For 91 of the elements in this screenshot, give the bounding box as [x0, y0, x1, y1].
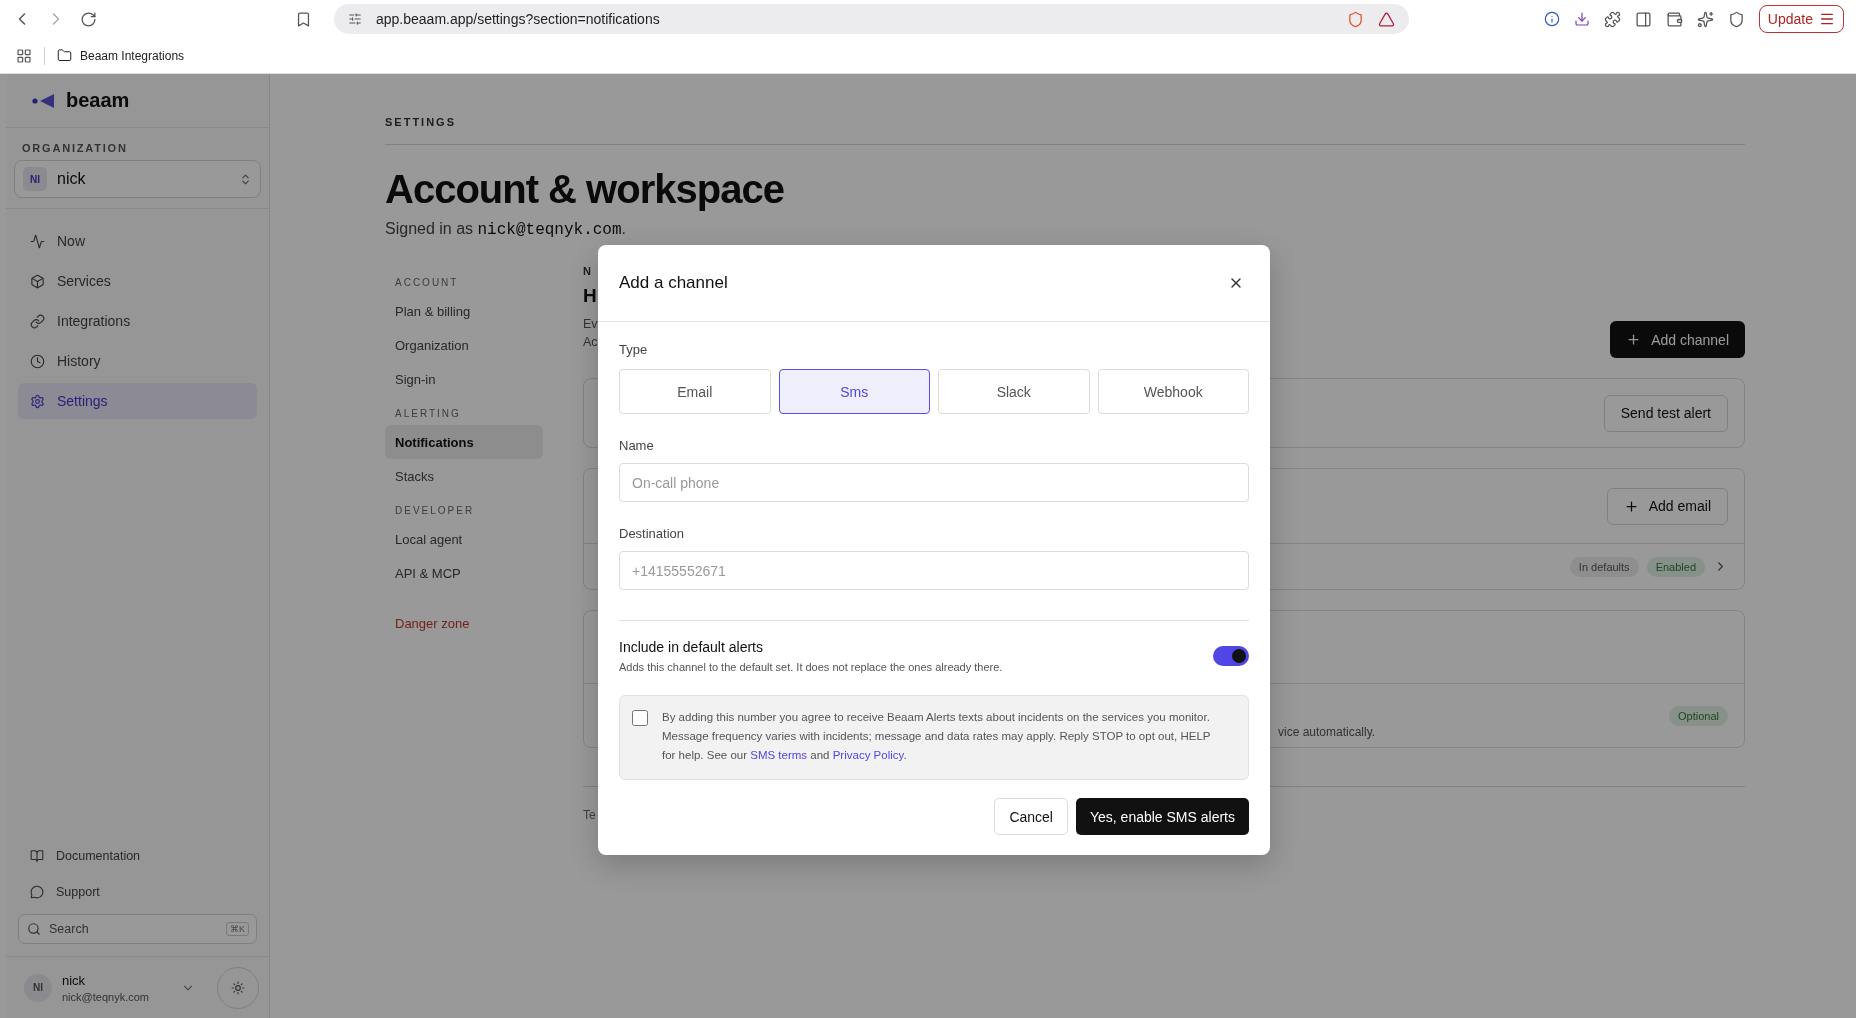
url-text: app.beaam.app/settings?section=notifications [376, 11, 661, 27]
toggle-description: Adds this channel to the default set. It does not replace the ones already there. [619, 661, 1003, 673]
triangle-icon[interactable] [1378, 10, 1395, 28]
subnav-heading: DEVELOPER [394, 505, 476, 518]
consent-text: By adding this number you agree to receive Beaam Alerts texts about incidents on the services you monitor. Message frequency varies with incidents; message and data rates may apply. Reply STOP to opt out, HELP for help. See our SMS terms and Privacy Policy. [662, 710, 1212, 763]
confirm-button[interactable]: Yes, enable SMS alerts [1076, 798, 1249, 835]
send-test-alert-button[interactable]: Send test alert [1603, 394, 1728, 432]
name-input[interactable]: On-call phone [619, 463, 1249, 502]
subnav-item[interactable]: Notifications [385, 425, 543, 459]
info-icon[interactable] [1543, 11, 1560, 27]
field-label: Type [619, 342, 649, 357]
pulse-icon [30, 233, 45, 249]
section-heading: ORGANIZATION [21, 141, 129, 156]
type-option[interactable]: Slack [938, 369, 1090, 414]
status-badge: In defaults [1569, 556, 1639, 577]
row-description: vice automatically. [1278, 725, 1376, 739]
section-description: Ac [583, 335, 598, 349]
user-email: nick@teqnyk.com [62, 990, 150, 1003]
shield-icon[interactable] [1347, 10, 1364, 28]
folder-icon [57, 48, 72, 63]
nav-item[interactable]: Settings [18, 383, 257, 419]
settings-icon [30, 393, 45, 409]
subnav-item[interactable]: Sign-in [385, 362, 543, 396]
sparkles-icon[interactable] [1696, 10, 1714, 28]
user-name: nick [62, 972, 87, 988]
sun-icon [231, 980, 245, 995]
subnav-item[interactable]: Local agent [385, 522, 543, 556]
type-option[interactable]: Email [619, 369, 771, 414]
nav-item[interactable]: Services [18, 263, 257, 299]
address-bar[interactable]: app.beaam.app/settings?section=notifications [334, 4, 1409, 34]
sidebar-link[interactable]: Documentation [6, 838, 269, 874]
add-channel-button[interactable]: Add channel [1610, 321, 1745, 358]
bookmark-item[interactable]: Beaam Integrations [57, 48, 185, 63]
site-settings-icon[interactable] [348, 12, 362, 26]
subnav-item[interactable]: API & MCP [385, 556, 543, 590]
plus-icon [1623, 498, 1639, 514]
nav-item[interactable]: Integrations [18, 303, 257, 339]
book-icon [30, 849, 44, 863]
download-icon[interactable] [1573, 11, 1590, 27]
chevrons-up-down-icon [239, 172, 252, 186]
field-label: Name [619, 438, 655, 453]
subnav-heading: ALERTING [394, 408, 462, 421]
plus-icon [1626, 332, 1642, 347]
default-alerts-switch[interactable] [1213, 646, 1249, 666]
chat-bubble-icon [30, 885, 44, 899]
nav-item[interactable]: History [18, 343, 257, 379]
puzzle-icon[interactable] [1603, 10, 1621, 28]
wallet-icon[interactable] [1665, 10, 1683, 28]
brand-name: beaam [66, 89, 130, 112]
danger-zone-link[interactable]: Danger zone [385, 616, 583, 631]
nav-item[interactable]: Now [18, 223, 257, 259]
consent-checkbox[interactable] [632, 710, 648, 726]
status-badge: Optional [1669, 705, 1728, 726]
cancel-button[interactable]: Cancel [994, 798, 1068, 835]
sidebar-link[interactable]: Support [6, 874, 269, 910]
apps-grid-icon[interactable] [16, 47, 32, 64]
clock-icon [30, 353, 45, 369]
menu-icon [1819, 11, 1835, 27]
status-badge: Enabled [1646, 556, 1705, 577]
section-description: Ev [583, 317, 598, 331]
reload-icon[interactable] [80, 10, 97, 28]
shield-icon[interactable] [1727, 10, 1745, 28]
subnav-item[interactable]: Stacks [385, 459, 543, 493]
policy-link[interactable]: SMS terms [750, 749, 808, 761]
link-icon [30, 313, 45, 329]
type-option[interactable]: Sms [778, 369, 930, 414]
organization-select[interactable]: NI nick [14, 160, 261, 198]
destination-input[interactable]: +14155552671 [619, 551, 1249, 590]
dialog-title: Add a channel [619, 273, 728, 293]
footer-text: Te [583, 808, 596, 822]
logo-icon [32, 92, 56, 109]
page-title: Account & workspace [385, 167, 785, 212]
cube-icon [30, 273, 45, 289]
search-icon [27, 922, 41, 936]
bookmark-icon[interactable] [295, 10, 312, 28]
user-avatar: NI [24, 973, 52, 1002]
page-eyebrow: SETTINGS [385, 116, 1745, 145]
shortcut-hint: ⌘K [226, 922, 249, 936]
field-label: Destination [619, 526, 686, 541]
subnav-heading: ACCOUNT [394, 277, 460, 290]
add-email-button[interactable]: Add email [1606, 487, 1728, 525]
theme-toggle-button[interactable] [217, 966, 259, 1009]
section-heading: H [583, 285, 598, 307]
section-label: N [583, 265, 594, 277]
type-option[interactable]: Webhook [1097, 369, 1249, 414]
update-button[interactable]: Update [1758, 5, 1844, 33]
subnav-item[interactable]: Organization [385, 328, 543, 362]
toggle-title: Include in default alerts [619, 639, 764, 655]
subnav-item[interactable]: Plan & billing [385, 294, 543, 328]
signed-in-text: Signed in as nick@teqnyk.com. [385, 220, 627, 239]
sidebar-icon[interactable] [1634, 10, 1652, 28]
